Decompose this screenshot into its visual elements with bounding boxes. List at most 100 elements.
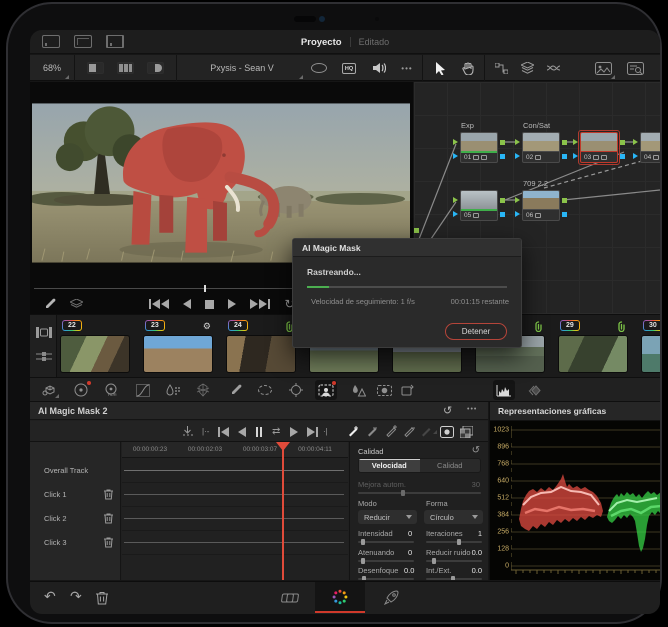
skip-start-button[interactable] xyxy=(149,299,169,309)
param-value[interactable]: 0 xyxy=(408,529,412,538)
zoom-level-dropdown[interactable]: 68% xyxy=(34,55,70,81)
undo-button[interactable]: ↶ xyxy=(44,588,56,605)
tab-calidad[interactable]: Calidad xyxy=(420,459,481,472)
skip-end-button[interactable] xyxy=(307,424,318,439)
clips-filter-icon[interactable] xyxy=(36,327,52,338)
node-01[interactable]: Exp 01 xyxy=(460,132,498,163)
track-click-1[interactable]: Click 1 xyxy=(30,484,121,505)
redo-button[interactable]: ↷ xyxy=(70,588,82,605)
add-stroke-tool-selected[interactable] xyxy=(346,424,359,439)
mask-overlay-toggle[interactable] xyxy=(440,424,454,439)
mark-in-icon[interactable]: |·- xyxy=(202,424,209,439)
project-tab[interactable]: Proyecto xyxy=(301,37,342,48)
stroke-options-tool[interactable] xyxy=(419,424,437,439)
hand-tool-button[interactable] xyxy=(456,55,480,81)
node-link-tool[interactable] xyxy=(490,55,512,81)
sizing-tool[interactable] xyxy=(396,380,418,400)
node-06[interactable]: 709 2.2 06 xyxy=(522,190,560,221)
param-slider[interactable] xyxy=(358,560,414,562)
gallery-stills-button[interactable] xyxy=(590,55,616,81)
tracking-timeline[interactable]: 00:00:00:23 00:00:02:03 00:00:03:07 00:0… xyxy=(122,442,348,580)
split-view-button[interactable] xyxy=(142,55,168,81)
track-both-directions-icon[interactable]: ⇄ xyxy=(272,424,280,439)
page-edit-button[interactable] xyxy=(265,582,315,613)
page-color-button-selected[interactable] xyxy=(315,582,365,613)
curves-mixer-tool[interactable] xyxy=(542,55,564,81)
auto-improve-slider[interactable] xyxy=(358,492,481,494)
trash-icon[interactable] xyxy=(104,513,113,524)
node-03-selected[interactable]: 03 xyxy=(580,132,618,163)
playhead-line[interactable] xyxy=(282,442,284,580)
eyedropper-icon[interactable] xyxy=(44,298,56,310)
param-slider[interactable] xyxy=(358,578,414,580)
skip-start-button[interactable] xyxy=(218,424,229,439)
param-slider[interactable] xyxy=(426,560,482,562)
blur-tool[interactable] xyxy=(347,380,369,400)
play-reverse-button[interactable] xyxy=(183,299,191,309)
param-value[interactable]: 0.0 xyxy=(404,566,414,575)
hdr-wheels-tool[interactable]: HDR xyxy=(100,380,122,400)
node-05[interactable]: 05 xyxy=(460,190,498,221)
power-window-tool[interactable] xyxy=(254,380,276,400)
color-warper-tool[interactable] xyxy=(192,380,214,400)
mark-out-icon[interactable]: ·| xyxy=(323,424,328,439)
pointer-tool-button[interactable] xyxy=(428,55,452,81)
param-value[interactable]: 0.0 xyxy=(472,548,482,557)
clip-thumbnail[interactable] xyxy=(143,335,213,373)
single-clip-view-button[interactable] xyxy=(82,55,108,81)
pause-button[interactable] xyxy=(256,424,262,439)
track-click-2[interactable]: Click 2 xyxy=(30,508,121,529)
stop-tracking-button[interactable]: Detener xyxy=(445,323,507,340)
track-click-3[interactable]: Click 3 xyxy=(30,532,121,553)
clip-thumbnail[interactable] xyxy=(226,335,296,373)
play-forward-button[interactable] xyxy=(228,299,236,309)
camera-raw-tool[interactable] xyxy=(373,380,395,400)
step-back-button[interactable] xyxy=(238,424,246,439)
matte-view-toggle[interactable] xyxy=(460,424,473,439)
param-value[interactable]: 1 xyxy=(478,529,482,538)
thumbnail-view-button[interactable] xyxy=(112,55,138,81)
settings-reset-icon[interactable]: ↺ xyxy=(472,445,480,456)
clip-thumbnail[interactable] xyxy=(558,335,628,373)
color-space-tool[interactable] xyxy=(38,380,60,400)
reset-icon[interactable]: ↺ xyxy=(443,404,452,417)
curves-tool[interactable] xyxy=(132,380,154,400)
trash-icon[interactable] xyxy=(104,537,113,548)
node-02[interactable]: Con/Sat 02 xyxy=(522,132,560,163)
proxy-hq-button[interactable]: HQ xyxy=(336,55,362,81)
node-04[interactable]: 04 xyxy=(640,132,660,163)
param-value[interactable]: 0 xyxy=(408,548,412,557)
shape-dropdown[interactable]: Círculo xyxy=(424,510,483,524)
track-overall[interactable]: Overall Track xyxy=(30,460,121,481)
subtract-stroke-tool[interactable] xyxy=(365,424,378,439)
stop-button[interactable] xyxy=(205,300,214,309)
timeline-mixer-icon[interactable] xyxy=(36,351,52,363)
param-slider[interactable] xyxy=(426,541,482,543)
lut-browser-button[interactable] xyxy=(622,55,648,81)
trash-icon[interactable] xyxy=(104,489,113,500)
scrubber-playhead[interactable] xyxy=(204,285,206,292)
step-forward-button[interactable] xyxy=(290,424,298,439)
add-feature-tool[interactable] xyxy=(384,424,397,439)
tracker-tool[interactable] xyxy=(285,380,307,400)
subtract-feature-tool[interactable] xyxy=(402,424,415,439)
safe-area-mask-button[interactable] xyxy=(306,55,332,81)
delete-button[interactable] xyxy=(96,591,108,605)
scopes-tool[interactable] xyxy=(493,380,515,400)
param-slider[interactable] xyxy=(426,578,482,580)
scopes-header[interactable]: Representaciones gráficas xyxy=(490,402,660,421)
track-from-playhead-button[interactable] xyxy=(182,424,193,439)
layers-tool[interactable] xyxy=(516,55,538,81)
clip-thumbnail[interactable] xyxy=(641,335,660,373)
timeline-ruler[interactable]: 00:00:00:23 00:00:02:03 00:00:03:07 00:0… xyxy=(122,442,348,458)
clip-thumbnail[interactable] xyxy=(60,335,130,373)
audio-volume-button[interactable] xyxy=(366,55,392,81)
skip-end-button[interactable] xyxy=(250,299,270,309)
page-deliver-button[interactable] xyxy=(367,582,417,613)
qualifier-tool[interactable] xyxy=(224,380,246,400)
wipe-modes-tool[interactable] xyxy=(523,380,545,400)
layers-toggle-icon[interactable] xyxy=(70,299,83,310)
hue-curves-tool[interactable] xyxy=(162,380,184,400)
panel-more-menu[interactable]: ••• xyxy=(467,406,477,413)
viewer-more-menu[interactable]: ••• xyxy=(396,55,418,81)
